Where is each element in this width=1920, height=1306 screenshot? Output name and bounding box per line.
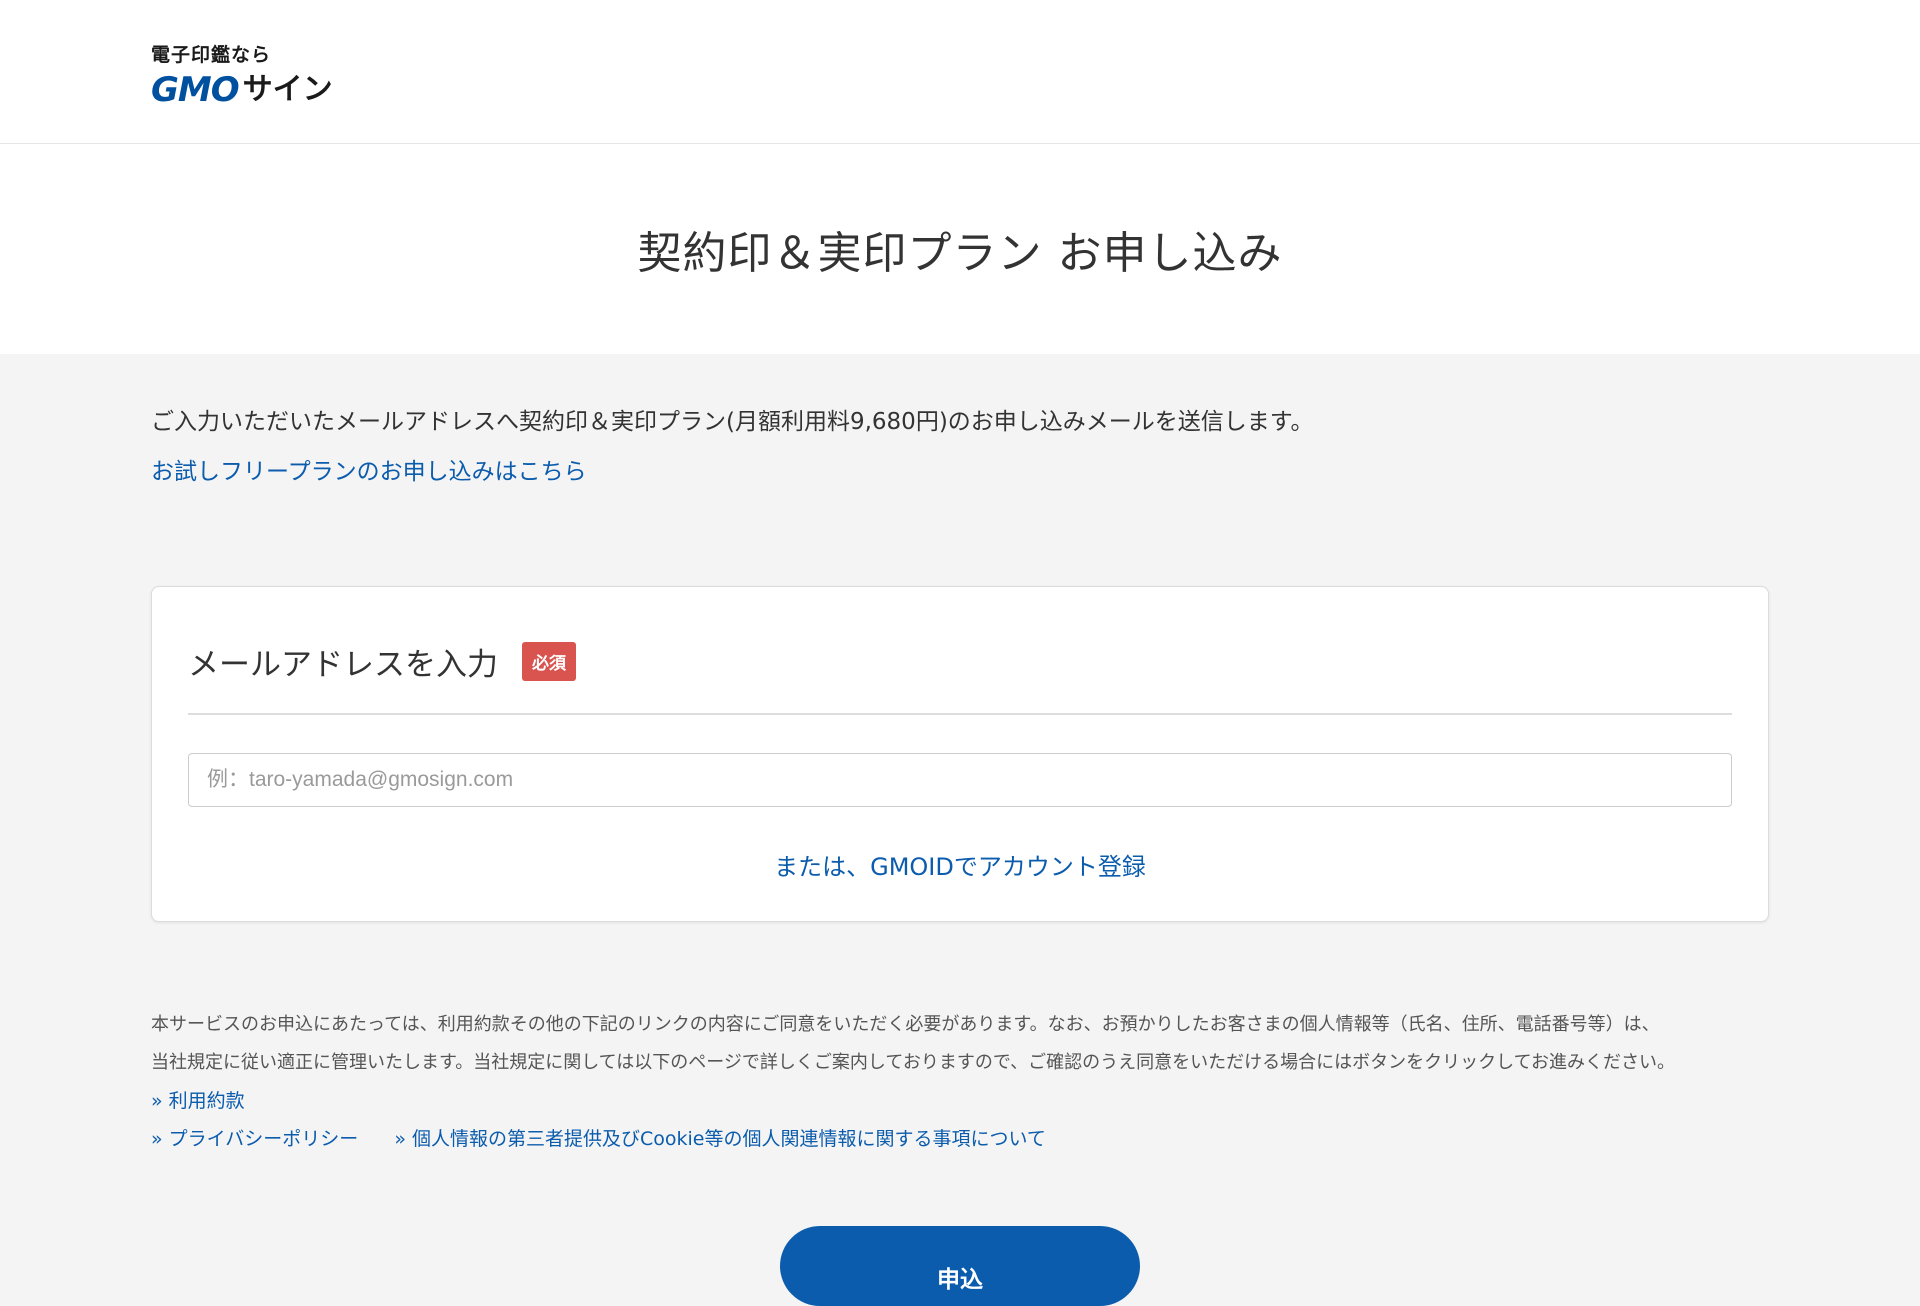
terms-link[interactable]: » 利用約款 — [151, 1090, 245, 1112]
privacy-policy-link[interactable]: » プライバシーポリシー — [151, 1128, 358, 1150]
consent-notice: 本サービスのお申込にあたっては、利用約款その他の下記のリンクの内容にご同意をいた… — [151, 1006, 1769, 1082]
submit-area: 申込 — [0, 1226, 1920, 1306]
email-card-header: メールアドレスを入力 必須 — [188, 587, 1732, 715]
free-trial-link[interactable]: お試しフリープランのお申し込みはこちら — [151, 452, 587, 486]
main-content: ご入力いただいたメールアドレスへ契約印＆実印プラン(月額利用料9,680円)のお… — [0, 404, 1920, 1158]
page-title: 契約印＆実印プラン お申し込み — [637, 228, 1283, 279]
logo-brand: GMO サイン — [151, 70, 333, 110]
logo-tagline: 電子印鑑なら — [151, 44, 272, 66]
email-card: メールアドレスを入力 必須 または、GMOIDでアカウント登録 — [151, 586, 1769, 922]
policy-links: » 利用約款 » プライバシーポリシー » 個人情報の第三者提供及びCookie… — [151, 1082, 1769, 1158]
logo-gmo-text: GMO — [151, 70, 240, 110]
submit-button[interactable]: 申込 — [780, 1226, 1140, 1306]
site-header: 電子印鑑なら GMO サイン — [0, 0, 1920, 144]
email-label: メールアドレスを入力 — [188, 646, 498, 683]
required-badge: 必須 — [522, 641, 576, 681]
email-input[interactable] — [188, 753, 1732, 807]
consent-notice-line2: 当社規定に従い適正に管理いたします。当社規定に関しては以下のページで詳しくご案内… — [151, 1052, 1676, 1073]
gmoid-register-link[interactable]: または、GMOIDでアカウント登録 — [188, 847, 1732, 882]
consent-notice-line1: 本サービスのお申込にあたっては、利用約款その他の下記のリンクの内容にご同意をいた… — [151, 1014, 1660, 1035]
gmo-sign-logo[interactable]: 電子印鑑なら GMO サイン — [151, 40, 333, 107]
intro-text: ご入力いただいたメールアドレスへ契約印＆実印プラン(月額利用料9,680円)のお… — [151, 409, 1314, 435]
logo-sign-text: サイン — [242, 72, 333, 107]
third-party-cookie-link[interactable]: » 個人情報の第三者提供及びCookie等の個人関連情報に関する事項について — [394, 1128, 1046, 1150]
title-band: 契約印＆実印プラン お申し込み — [0, 144, 1920, 354]
